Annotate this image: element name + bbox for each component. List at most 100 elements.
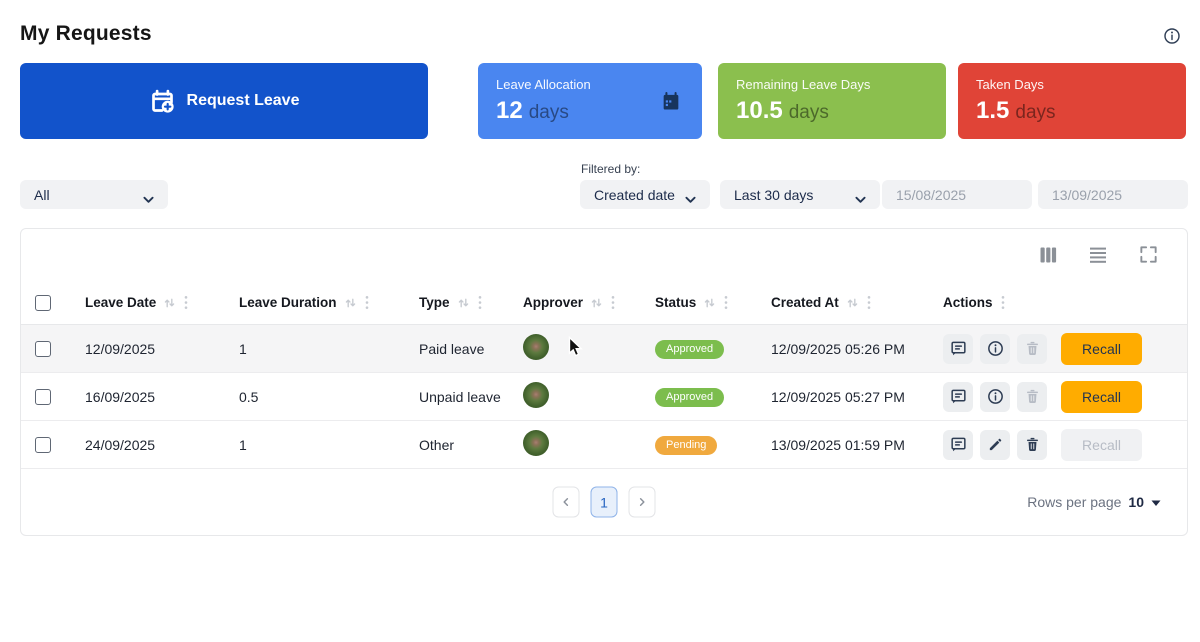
trash-icon <box>1024 340 1041 357</box>
date-from-input[interactable] <box>882 180 1032 209</box>
comment-icon <box>949 339 968 358</box>
column-menu-dots-icon[interactable] <box>1000 295 1006 310</box>
approver-cell <box>503 334 635 363</box>
table-row[interactable]: 24/09/2025 1 Other Pending 13/09/2025 01… <box>21 421 1187 469</box>
prev-page-button[interactable] <box>552 486 580 518</box>
approver-cell <box>503 430 635 459</box>
calendar-plus-icon <box>149 88 176 115</box>
approver-avatar[interactable] <box>523 382 549 408</box>
next-page-button[interactable] <box>628 486 656 518</box>
edit-pencil-icon <box>987 436 1004 453</box>
type-cell: Paid leave <box>419 340 485 357</box>
remaining-leave-days-card: Remaining Leave Days 10.5 days <box>718 63 946 139</box>
table-row[interactable]: 12/09/2025 1 Paid leave Approved 12/09/2… <box>21 325 1187 373</box>
filter-range-select[interactable]: Last 30 days <box>720 180 880 209</box>
column-menu-dots-icon[interactable] <box>610 295 616 310</box>
type-filter-value: All <box>34 186 50 203</box>
column-header-leave-date: Leave Date <box>65 295 219 310</box>
status-badge: Approved <box>655 387 725 407</box>
sort-icon[interactable] <box>590 297 603 309</box>
sort-icon[interactable] <box>457 297 470 309</box>
status-cell: Pending <box>635 435 751 455</box>
card-label: Remaining Leave Days <box>736 77 871 92</box>
comment-action-button[interactable] <box>943 429 973 460</box>
sort-icon[interactable] <box>703 297 716 309</box>
leave-duration-cell: 0.5 <box>239 388 259 405</box>
delete-action-button[interactable] <box>1017 429 1047 460</box>
delete-action-button[interactable] <box>1017 381 1047 412</box>
edit-action-button[interactable] <box>980 429 1010 460</box>
recall-button[interactable]: Recall <box>1061 380 1142 413</box>
leave-duration-cell: 1 <box>239 436 247 453</box>
columns-icon[interactable] <box>1037 244 1059 266</box>
comment-icon <box>949 435 968 454</box>
sort-icon[interactable] <box>344 297 357 309</box>
card-label: Leave Allocation <box>496 77 591 92</box>
page-number-button[interactable]: 1 <box>590 486 618 518</box>
comment-action-button[interactable] <box>943 381 973 412</box>
column-menu-dots-icon[interactable] <box>723 295 729 310</box>
card-label: Taken Days <box>976 77 1044 92</box>
table-row[interactable]: 16/09/2025 0.5 Unpaid leave Approved 12/… <box>21 373 1187 421</box>
column-menu-dots-icon[interactable] <box>866 295 872 310</box>
column-header-leave-duration: Leave Duration <box>219 295 399 310</box>
date-to-input[interactable] <box>1038 180 1188 209</box>
request-leave-button[interactable]: Request Leave <box>20 63 428 139</box>
created-at-cell: 12/09/2025 05:27 PM <box>771 388 905 405</box>
my-requests-page: My Requests Request Leave Leave Allocati… <box>0 0 1200 642</box>
info-action-button[interactable] <box>980 333 1010 364</box>
column-menu-dots-icon[interactable] <box>183 295 189 310</box>
status-cell: Approved <box>635 339 751 359</box>
table-body: 12/09/2025 1 Paid leave Approved 12/09/2… <box>21 325 1187 469</box>
delete-action-button[interactable] <box>1017 333 1047 364</box>
table-header-row: Leave Date Leave Duration Type Approver <box>21 281 1187 325</box>
sort-icon[interactable] <box>163 297 176 309</box>
pagination: 1 Rows per page 10 <box>21 469 1187 535</box>
taken-days-card: Taken Days 1.5 days <box>958 63 1186 139</box>
column-header-approver: Approver <box>503 295 635 310</box>
card-unit: days <box>1015 102 1056 123</box>
select-all-checkbox[interactable] <box>35 294 51 311</box>
trash-icon <box>1024 388 1041 405</box>
card-unit: days <box>528 102 569 123</box>
calendar-icon <box>660 91 682 118</box>
fullscreen-icon[interactable] <box>1137 244 1159 266</box>
type-cell: Other <box>419 436 455 453</box>
created-at-cell: 13/09/2025 01:59 PM <box>771 436 905 453</box>
comment-action-button[interactable] <box>943 333 973 364</box>
type-cell: Unpaid leave <box>419 388 501 405</box>
row-checkbox[interactable] <box>35 340 51 357</box>
chevron-down-icon <box>685 191 696 203</box>
filter-field-select[interactable]: Created date <box>580 180 710 209</box>
page-info-icon[interactable] <box>1162 26 1182 46</box>
row-checkbox[interactable] <box>35 388 51 405</box>
row-checkbox[interactable] <box>35 436 51 453</box>
card-value: 10.5 <box>736 97 783 124</box>
info-icon <box>986 387 1005 406</box>
actions-cell: Recall <box>923 332 1187 365</box>
recall-button[interactable]: Recall <box>1061 428 1142 461</box>
created-at-cell: 12/09/2025 05:26 PM <box>771 340 905 357</box>
approver-avatar[interactable] <box>523 334 549 360</box>
card-value: 12 <box>496 97 523 124</box>
column-header-created-at: Created At <box>751 295 923 310</box>
card-value: 1.5 <box>976 97 1010 124</box>
column-menu-dots-icon[interactable] <box>477 295 483 310</box>
recall-button[interactable]: Recall <box>1061 332 1142 365</box>
table-toolbar <box>21 229 1187 281</box>
info-action-button[interactable] <box>980 381 1010 412</box>
row-density-icon[interactable] <box>1087 244 1109 266</box>
rows-per-page-select[interactable]: Rows per page 10 <box>1027 494 1161 510</box>
column-menu-dots-icon[interactable] <box>364 295 370 310</box>
leave-duration-cell: 1 <box>239 340 247 357</box>
requests-table: Leave Date Leave Duration Type Approver <box>20 228 1188 536</box>
sort-icon[interactable] <box>846 297 859 309</box>
rows-per-page-label: Rows per page <box>1027 494 1122 510</box>
caret-down-icon <box>1151 500 1161 507</box>
card-unit: days <box>788 102 829 123</box>
type-filter-select[interactable]: All <box>20 180 168 209</box>
approver-avatar[interactable] <box>523 430 549 456</box>
leave-date-cell: 12/09/2025 <box>85 340 156 357</box>
column-header-status: Status <box>635 295 751 310</box>
actions-cell: Recall <box>923 428 1187 461</box>
